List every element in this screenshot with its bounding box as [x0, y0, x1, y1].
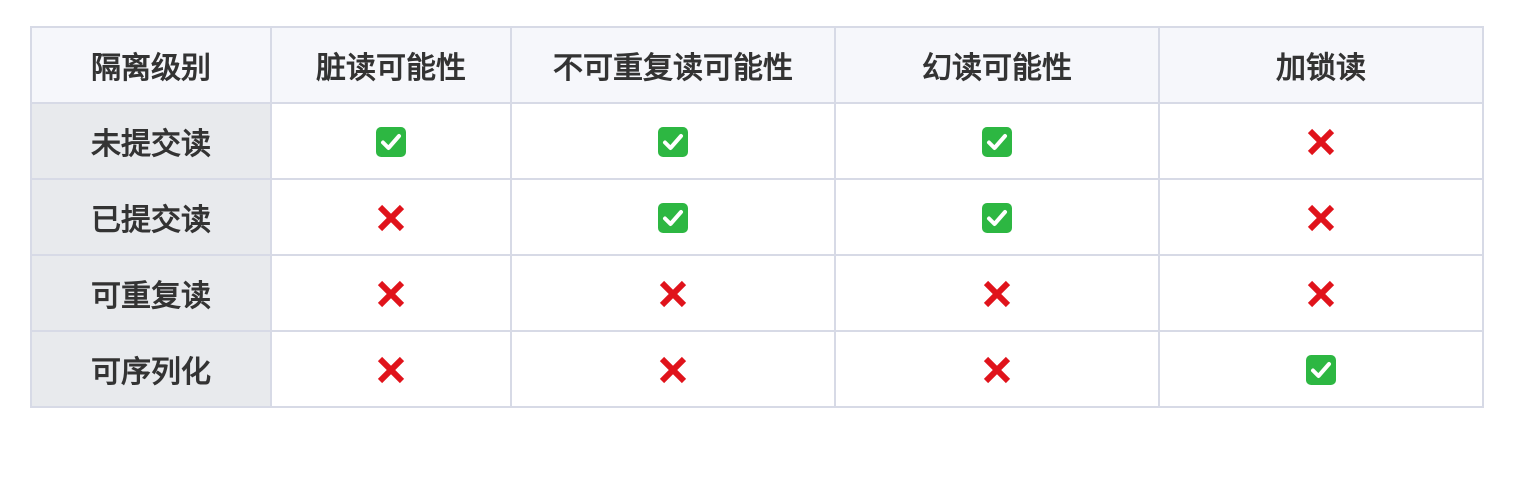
isolation-level-table: 隔离级别 脏读可能性 不可重复读可能性 幻读可能性 加锁读 未提交读 已提交读	[30, 26, 1484, 408]
table-row: 未提交读	[30, 102, 1484, 180]
table-cell	[834, 330, 1160, 408]
table-cell	[1158, 254, 1484, 332]
check-mark-button-icon	[981, 202, 1013, 234]
table-cell	[834, 254, 1160, 332]
check-mark-button-icon	[375, 126, 407, 158]
header-dirty-read: 脏读可能性	[270, 26, 512, 104]
table-cell	[510, 330, 836, 408]
header-isolation-level: 隔离级别	[30, 26, 272, 104]
table-cell	[834, 102, 1160, 180]
table-cell	[270, 330, 512, 408]
table-row: 可序列化	[30, 330, 1484, 408]
header-phantom-read: 幻读可能性	[834, 26, 1160, 104]
table-cell	[270, 254, 512, 332]
table-cell	[270, 178, 512, 256]
row-label: 未提交读	[30, 102, 272, 180]
cross-mark-icon	[657, 278, 689, 310]
isolation-level-table-container: 隔离级别 脏读可能性 不可重复读可能性 幻读可能性 加锁读 未提交读 已提交读	[30, 26, 1484, 408]
table-cell	[1158, 330, 1484, 408]
table-header: 隔离级别 脏读可能性 不可重复读可能性 幻读可能性 加锁读	[30, 26, 1484, 104]
cross-mark-icon	[1305, 126, 1337, 158]
cross-mark-icon	[375, 202, 407, 234]
check-mark-button-icon	[657, 202, 689, 234]
table-cell	[834, 178, 1160, 256]
cross-mark-icon	[1305, 202, 1337, 234]
cross-mark-icon	[981, 278, 1013, 310]
cross-mark-icon	[1305, 278, 1337, 310]
row-label: 可序列化	[30, 330, 272, 408]
header-row: 隔离级别 脏读可能性 不可重复读可能性 幻读可能性 加锁读	[30, 26, 1484, 104]
check-mark-button-icon	[981, 126, 1013, 158]
table-cell	[1158, 178, 1484, 256]
row-label: 可重复读	[30, 254, 272, 332]
check-mark-button-icon	[1305, 354, 1337, 386]
table-body: 未提交读 已提交读 可重复读 可序列化	[30, 102, 1484, 408]
row-label: 已提交读	[30, 178, 272, 256]
table-cell	[510, 102, 836, 180]
table-cell	[270, 102, 512, 180]
header-locking-read: 加锁读	[1158, 26, 1484, 104]
table-cell	[510, 178, 836, 256]
table-cell	[510, 254, 836, 332]
table-row: 已提交读	[30, 178, 1484, 256]
table-row: 可重复读	[30, 254, 1484, 332]
header-non-repeatable-read: 不可重复读可能性	[510, 26, 836, 104]
cross-mark-icon	[657, 354, 689, 386]
check-mark-button-icon	[657, 126, 689, 158]
cross-mark-icon	[981, 354, 1013, 386]
cross-mark-icon	[375, 278, 407, 310]
cross-mark-icon	[375, 354, 407, 386]
table-cell	[1158, 102, 1484, 180]
